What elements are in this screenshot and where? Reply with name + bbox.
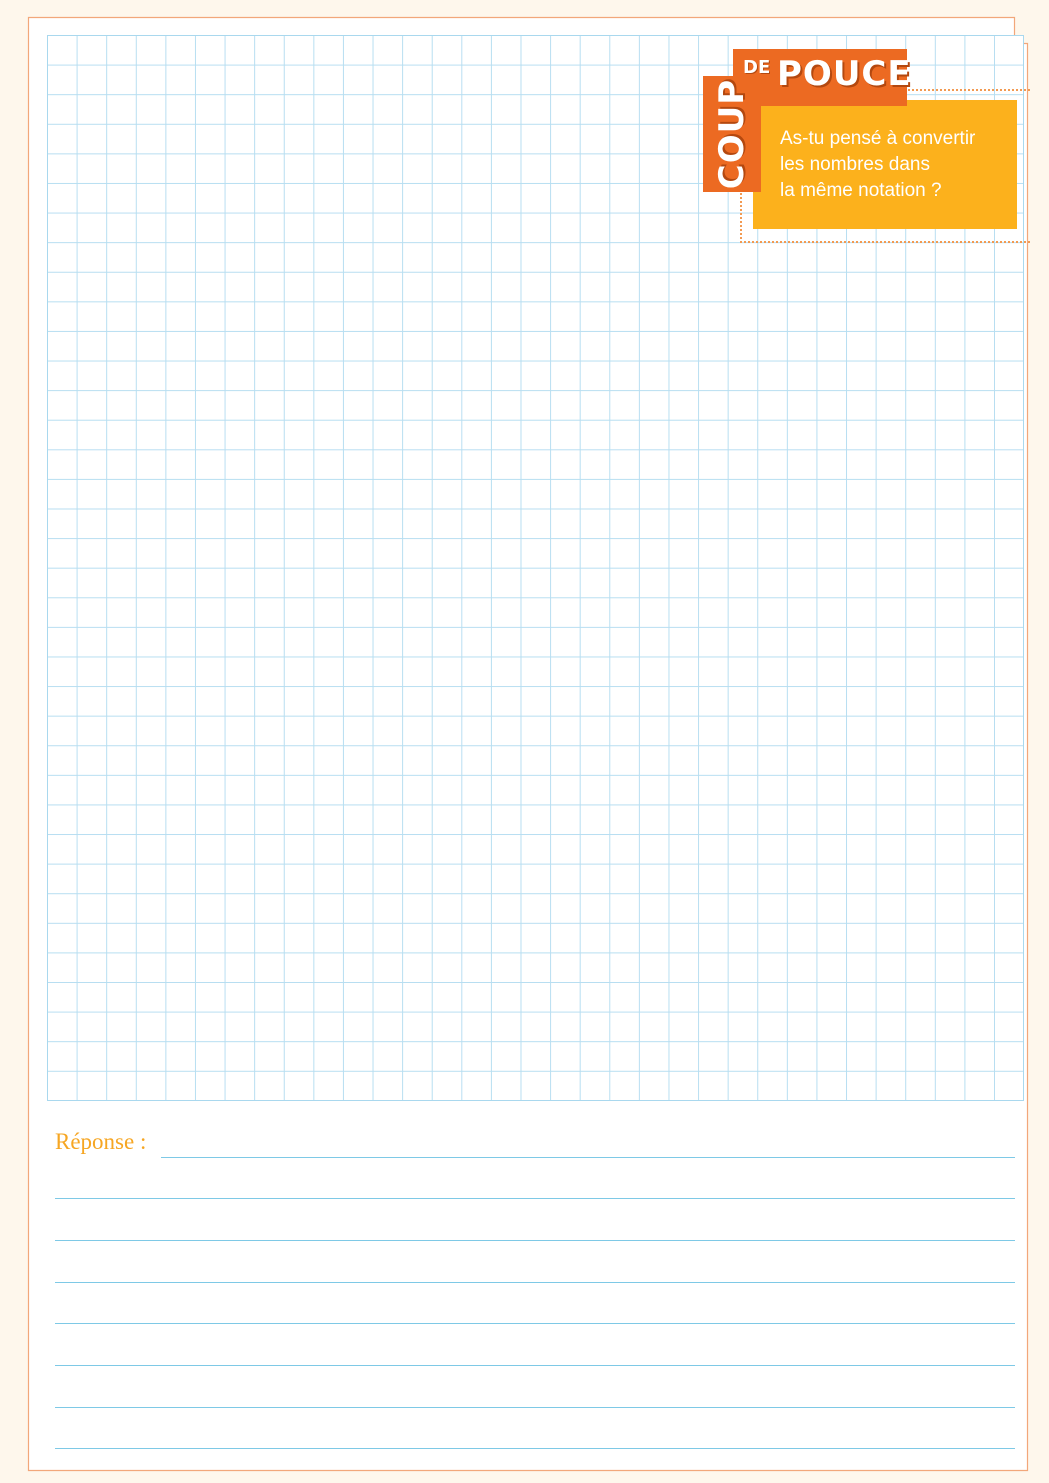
- tip-note-box: As-tu pensé à convertir les nombres dans…: [753, 100, 1017, 229]
- coup-de-pouce-tip: As-tu pensé à convertir les nombres dans…: [700, 49, 1030, 249]
- answer-line[interactable]: [161, 1157, 1015, 1158]
- answer-line[interactable]: [55, 1282, 1015, 1283]
- tip-title-pouce: POUCE: [777, 54, 912, 94]
- answer-line[interactable]: [55, 1407, 1015, 1408]
- answer-line[interactable]: [55, 1198, 1015, 1199]
- tip-message: As-tu pensé à convertir les nombres dans…: [780, 128, 976, 201]
- tip-title-coup-block: COUP: [703, 76, 761, 192]
- answer-label: Réponse :: [55, 1129, 147, 1154]
- answer-line[interactable]: [55, 1448, 1015, 1449]
- answer-line[interactable]: [55, 1365, 1015, 1366]
- answer-line[interactable]: [55, 1323, 1015, 1324]
- answer-line[interactable]: [55, 1240, 1015, 1241]
- tip-title-de: DE: [743, 57, 771, 78]
- tip-title-coup: COUP: [712, 78, 752, 190]
